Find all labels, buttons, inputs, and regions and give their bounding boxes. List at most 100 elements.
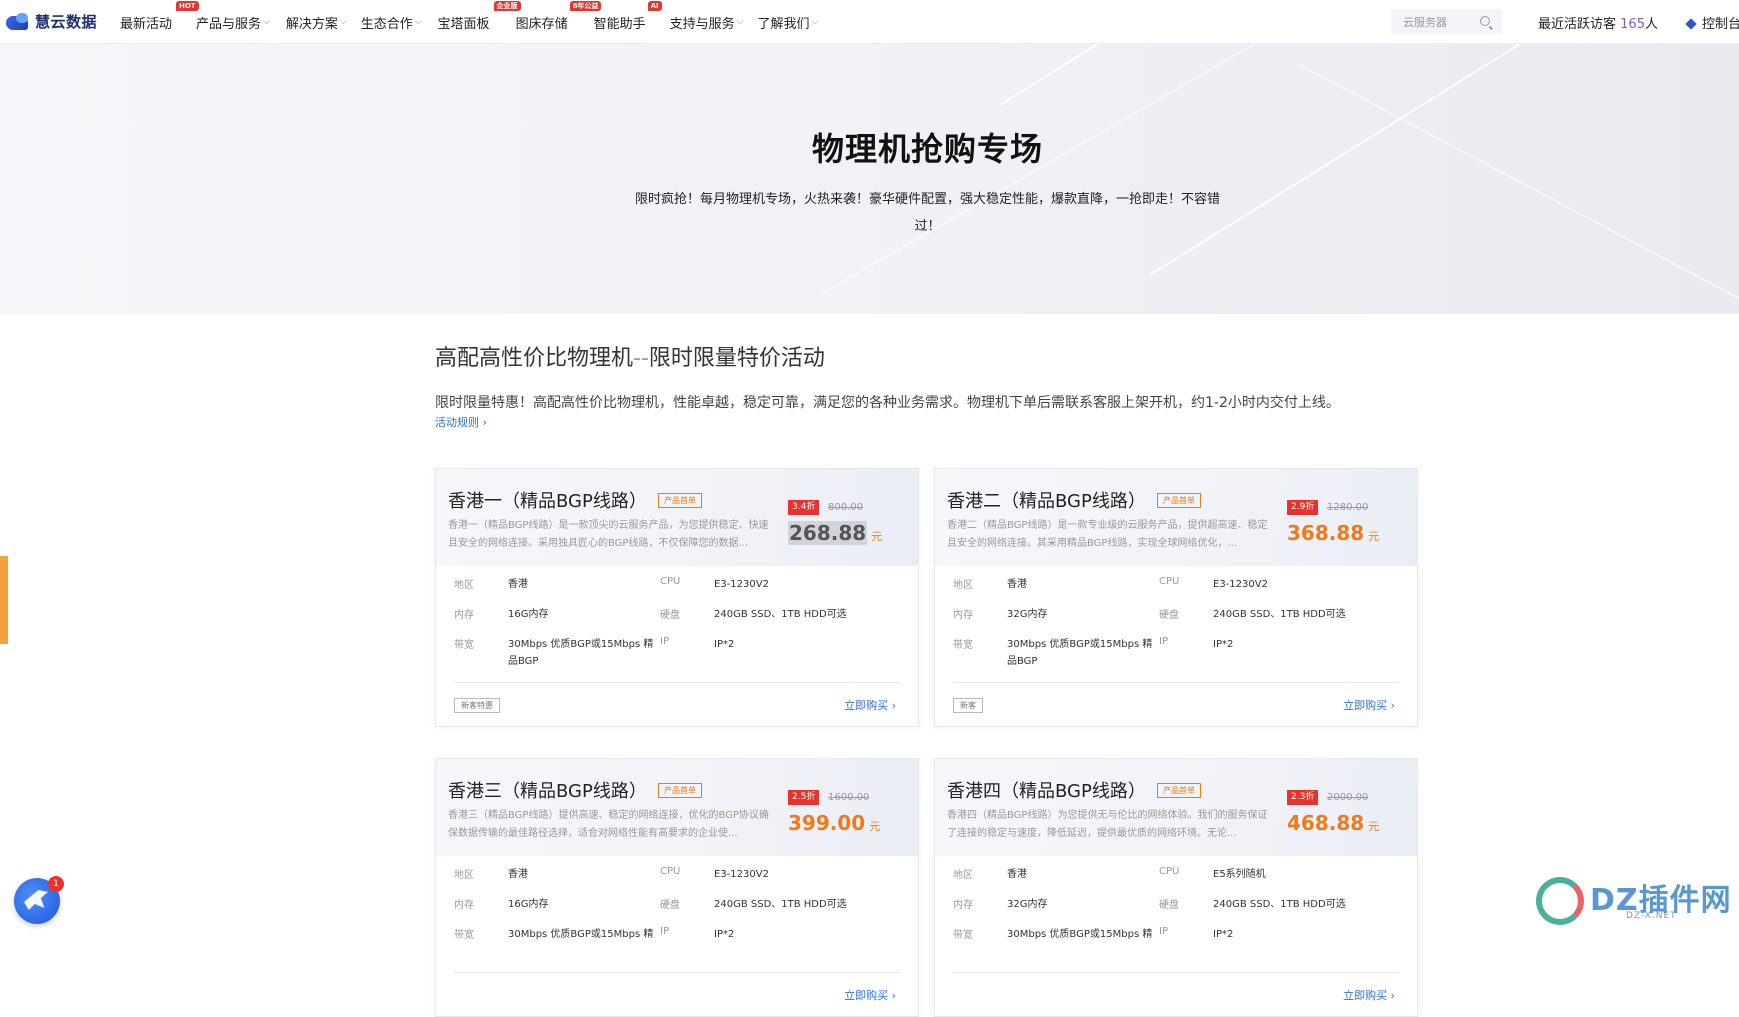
- spec-value-bandwidth: 30Mbps 优质BGP或15Mbps 精品BGP: [1007, 639, 1153, 667]
- search-icon[interactable]: [1480, 16, 1490, 26]
- spec-row: 带宽 30Mbps 优质BGP或15Mbps 精 IP IP*2: [953, 926, 1399, 964]
- console-link[interactable]: 控制台: [1685, 13, 1739, 32]
- product-card[interactable]: 香港三（精品BGP线路） 产品首单 香港三（精品BGP线路）提供高速、稳定的网络…: [435, 758, 919, 1017]
- section-title-sub: 限时限量特价活动: [648, 346, 825, 371]
- price-currency: 元: [1368, 820, 1380, 833]
- menu-item-products[interactable]: 产品与服务 ⌵: [196, 0, 270, 44]
- spec-value-bandwidth: 30Mbps 优质BGP或15Mbps 精: [508, 929, 654, 940]
- spec-row: 内存 32G内存 硬盘 240GB SSD、1TB HDD可选: [953, 896, 1399, 926]
- spec-row: 内存 32G内存 硬盘 240GB SSD、1TB HDD可选: [953, 606, 1399, 636]
- original-price: 2000.00: [1327, 792, 1369, 803]
- spec-value-ip: IP*2: [714, 639, 735, 650]
- menu-label: 智能助手: [593, 16, 646, 32]
- spec-value-cpu: E3-1230V2: [1213, 579, 1268, 590]
- first-order-tag: 产品首单: [1157, 783, 1201, 798]
- spec-label-bandwidth: 带宽: [953, 930, 973, 941]
- buy-now-button[interactable]: 立即购买 ›: [1343, 987, 1395, 1003]
- spec-table: 地区 香港 CPU E5系列随机 内存 32G内存 硬盘 240GB SSD、1…: [935, 856, 1417, 964]
- discount-badge: 3.4折: [788, 500, 820, 515]
- spec-value-cpu: E3-1230V2: [714, 579, 769, 590]
- site-logo[interactable]: 慧云数据: [4, 11, 97, 32]
- visitors-label: 最近活跃访客: [1538, 17, 1617, 32]
- original-price: 1600.00: [828, 792, 870, 803]
- buy-now-button[interactable]: 立即购买 ›: [844, 697, 896, 713]
- menu-item-ai-assistant[interactable]: 智能助手 AI: [593, 0, 662, 44]
- spec-value-disk: 240GB SSD、1TB HDD可选: [714, 899, 847, 910]
- spec-label-disk: 硬盘: [660, 900, 680, 911]
- ai-badge: AI: [647, 1, 662, 11]
- card-footer: 新客 立即购买 ›: [953, 682, 1399, 726]
- spec-value-ip: IP*2: [714, 929, 735, 940]
- spec-table: 地区 香港 CPU E3-1230V2 内存 16G内存 硬盘 240GB SS…: [436, 856, 918, 964]
- price-currency: 元: [869, 820, 881, 833]
- spec-value-ip: IP*2: [1213, 929, 1234, 940]
- menu-label: 了解我们: [757, 16, 810, 32]
- search-input[interactable]: 云服务器: [1391, 9, 1502, 34]
- spec-row: 地区 香港 CPU E3-1230V2: [953, 576, 1399, 606]
- discount-badge: 2.5折: [788, 790, 820, 805]
- spec-value-cpu: E3-1230V2: [714, 869, 769, 880]
- spec-label-cpu: CPU: [1159, 576, 1180, 587]
- menu-item-support[interactable]: 支持与服务 ⌵: [670, 0, 744, 44]
- menu-item-ecosystem[interactable]: 生态合作 ⌵: [361, 0, 422, 44]
- spec-value-disk: 240GB SSD、1TB HDD可选: [714, 609, 847, 620]
- spec-label-region: 地区: [953, 870, 973, 881]
- menu-label: 解决方案: [285, 16, 338, 32]
- menu-item-image-storage[interactable]: 图床存储 8年公益: [516, 0, 602, 44]
- spec-label-cpu: CPU: [660, 576, 681, 587]
- original-price: 800.00: [828, 502, 863, 513]
- card-header: 香港四（精品BGP线路） 产品首单 香港四（精品BGP线路）为您提供无与伦比的网…: [935, 759, 1417, 856]
- product-card[interactable]: 香港四（精品BGP线路） 产品首单 香港四（精品BGP线路）为您提供无与伦比的网…: [934, 758, 1418, 1017]
- price-currency: 元: [871, 530, 883, 543]
- console-icon: [1685, 18, 1697, 30]
- spec-row: 内存 16G内存 硬盘 240GB SSD、1TB HDD可选: [454, 896, 900, 926]
- card-header: 香港一（精品BGP线路） 产品首单 香港一（精品BGP线路）是一款顶尖的云服务产…: [436, 469, 918, 566]
- spec-label-ip: IP: [1159, 636, 1168, 647]
- spec-value-memory: 32G内存: [1007, 899, 1048, 910]
- menu-item-about[interactable]: 了解我们 ⌵: [757, 0, 818, 44]
- spec-value-region: 香港: [1007, 869, 1027, 880]
- spec-label-ip: IP: [1159, 926, 1168, 937]
- menu-item-solutions[interactable]: 解决方案 ⌵: [286, 0, 347, 44]
- visitors-count: 165: [1620, 17, 1645, 32]
- product-card[interactable]: 香港二（精品BGP线路） 产品首单 香港二（精品BGP线路）是一款专业级的云服务…: [934, 468, 1418, 727]
- spec-value-ip: IP*2: [1213, 639, 1234, 650]
- product-name: 香港一（精品BGP线路）: [448, 491, 647, 512]
- buy-now-button[interactable]: 立即购买 ›: [844, 987, 896, 1003]
- active-visitors: 最近活跃访客 165人: [1538, 13, 1658, 32]
- spec-value-memory: 32G内存: [1007, 609, 1048, 620]
- spec-label-disk: 硬盘: [1159, 610, 1179, 621]
- chevron-down-icon: ⌵: [736, 17, 744, 27]
- activity-rules-link[interactable]: 活动规则 ›: [435, 414, 487, 430]
- spec-row: 带宽 30Mbps 优质BGP或15Mbps 精品BGP IP IP*2: [454, 636, 900, 674]
- spec-label-region: 地区: [454, 580, 474, 591]
- top-navbar: 慧云数据 最新活动 HOT 产品与服务 ⌵ 解决方案 ⌵ 生态合作 ⌵ 宝塔面板 企业版 …: [0, 0, 1739, 44]
- logo-icon: [4, 12, 32, 32]
- spec-label-bandwidth: 带宽: [454, 640, 474, 651]
- hero-title: 物理机抢购专场: [811, 130, 1043, 168]
- watermark-subtext: DZ-X.NET: [1626, 911, 1677, 921]
- original-price: 1280.00: [1327, 502, 1369, 513]
- menu-item-bt-panel[interactable]: 宝塔面板 企业版: [437, 0, 521, 44]
- product-name: 香港二（精品BGP线路）: [947, 491, 1146, 512]
- spec-value-memory: 16G内存: [508, 609, 549, 620]
- spec-row: 内存 16G内存 硬盘 240GB SSD、1TB HDD可选: [454, 606, 900, 636]
- spec-label-region: 地区: [454, 870, 474, 881]
- product-card[interactable]: 香港一（精品BGP线路） 产品首单 香港一（精品BGP线路）是一款顶尖的云服务产…: [435, 468, 919, 727]
- spec-label-memory: 内存: [454, 900, 474, 911]
- section-title-separator: --: [633, 346, 649, 371]
- product-description: 香港二（精品BGP线路）是一款专业级的云服务产品，提供超高速、稳定且安全的网络连…: [947, 520, 1268, 549]
- spec-label-memory: 内存: [953, 900, 973, 911]
- menu-item-latest[interactable]: 最新活动 HOT: [120, 0, 199, 44]
- spec-table: 地区 香港 CPU E3-1230V2 内存 16G内存 硬盘 240GB SS…: [436, 566, 918, 674]
- hero-stripe: [1299, 64, 1739, 314]
- side-feedback-tab[interactable]: [0, 556, 8, 644]
- buy-now-button[interactable]: 立即购买 ›: [1343, 697, 1395, 713]
- bird-icon: [24, 890, 48, 910]
- menu-label: 宝塔面板: [437, 16, 490, 32]
- price: 399.00 元: [788, 811, 880, 835]
- new-customer-tag: 新客: [953, 698, 983, 713]
- spec-label-ip: IP: [660, 926, 669, 937]
- spec-label-bandwidth: 带宽: [454, 930, 474, 941]
- main-menu: 最新活动 HOT 产品与服务 ⌵ 解决方案 ⌵ 生态合作 ⌵ 宝塔面板 企业版 图床存储 8…: [120, 0, 818, 44]
